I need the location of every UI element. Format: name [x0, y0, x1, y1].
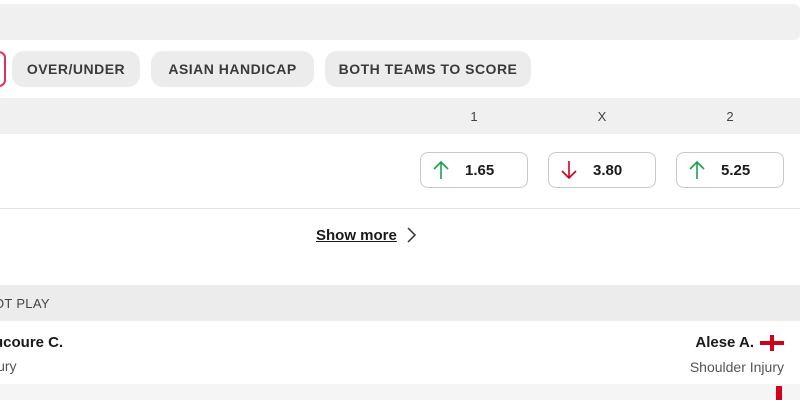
- tab-asian-handicap[interactable]: ASIAN HANDICAP: [151, 51, 314, 87]
- chevron-right-icon: [407, 227, 416, 243]
- odds-col-x: X: [597, 108, 607, 124]
- tab-active-edge[interactable]: [0, 51, 6, 87]
- missing-players-header: OT PLAY: [0, 285, 800, 321]
- odds-button-away[interactable]: 5.25: [676, 152, 784, 188]
- tab-label: BOTH TEAMS TO SCORE: [338, 61, 518, 77]
- show-more-link[interactable]: Show more: [316, 224, 417, 246]
- odds-value: 3.80: [593, 161, 623, 179]
- odds-button-home[interactable]: 1.65: [420, 152, 528, 188]
- player-name-right: Alese A.: [695, 334, 754, 351]
- top-bar: [0, 4, 800, 40]
- odds-header: 1 X 2: [0, 98, 800, 134]
- odds-col-1: 1: [470, 108, 478, 124]
- england-flag-icon: [760, 334, 784, 351]
- tab-label: OVER/UNDER: [26, 61, 126, 77]
- odds-button-draw[interactable]: 3.80: [548, 152, 656, 188]
- tab-label: ASIAN HANDICAP: [168, 61, 297, 77]
- tab-both-teams-to-score[interactable]: BOTH TEAMS TO SCORE: [325, 51, 531, 87]
- player-row: ucoure C. jury Alese A. Shoulder Injury: [0, 322, 800, 382]
- odds-value: 5.25: [721, 161, 751, 179]
- player-name-left: ucoure C.: [0, 334, 64, 351]
- player-row-next: [0, 384, 800, 400]
- arrow-up-icon: [689, 160, 705, 179]
- odds-col-2: 2: [726, 108, 734, 124]
- odds-value: 1.65: [465, 161, 495, 179]
- show-more-label: Show more: [316, 226, 397, 244]
- arrow-down-icon: [561, 161, 577, 180]
- player-right: Alese A. Shoulder Injury: [690, 334, 784, 375]
- tab-over-under[interactable]: OVER/UNDER: [12, 51, 140, 87]
- arrow-up-icon: [433, 160, 449, 179]
- player-reason-left: jury: [0, 358, 17, 374]
- market-tabs: OVER/UNDER ASIAN HANDICAP BOTH TEAMS TO …: [0, 51, 800, 87]
- section-title: OT PLAY: [0, 295, 50, 311]
- player-reason-right: Shoulder Injury: [689, 359, 784, 375]
- flag-icon: [776, 386, 782, 400]
- divider: [0, 208, 800, 209]
